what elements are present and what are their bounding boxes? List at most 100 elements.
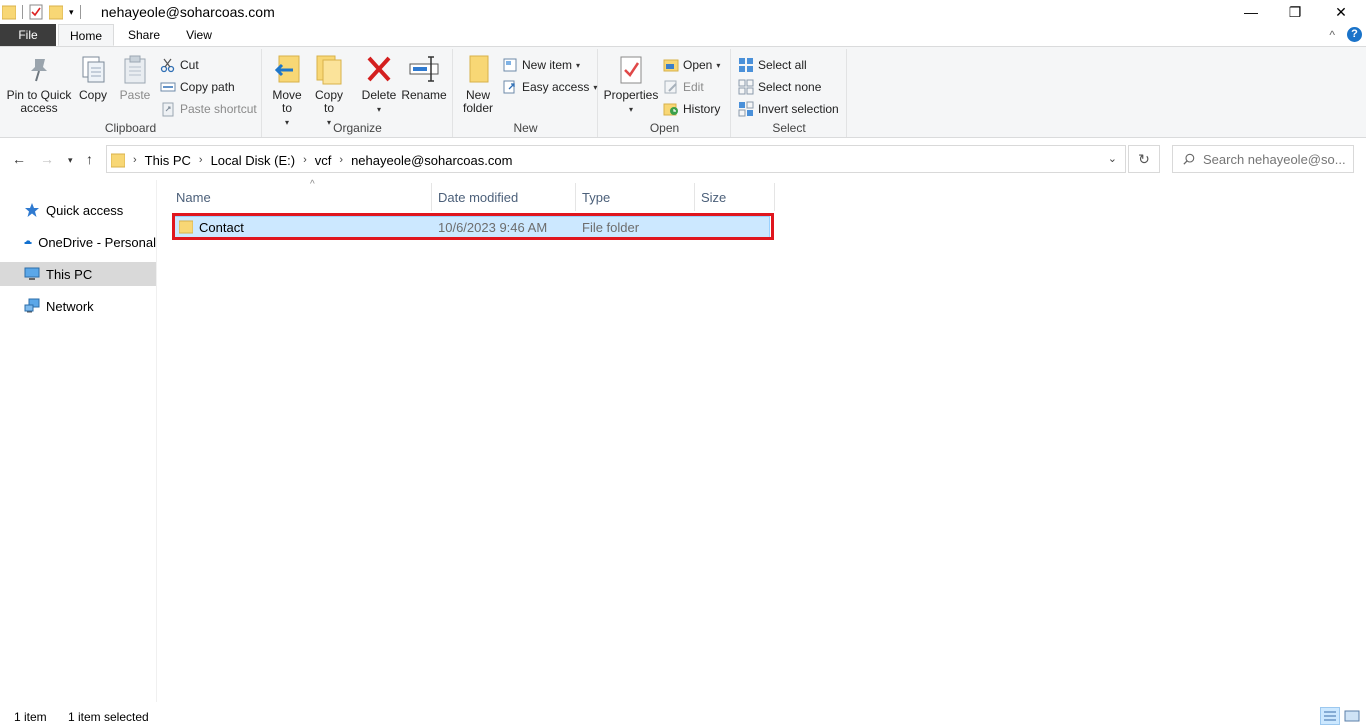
breadcrumb-this-pc[interactable]: This PC xyxy=(145,153,191,168)
breadcrumb-chevron-icon[interactable]: › xyxy=(339,154,343,166)
edit-icon xyxy=(664,80,677,94)
cut-label: Cut xyxy=(180,58,199,72)
nav-item-network[interactable]: Network xyxy=(0,294,156,318)
breadcrumb-vcf[interactable]: vcf xyxy=(315,153,332,168)
paste-shortcut-icon xyxy=(162,102,174,117)
computer-icon xyxy=(24,267,40,280)
breadcrumb-chevron-icon[interactable]: › xyxy=(199,154,203,166)
tab-file[interactable]: File xyxy=(0,24,56,46)
easy-access-dropdown-icon: ▾ xyxy=(593,82,598,92)
history-icon xyxy=(663,103,678,116)
column-header-type[interactable]: Type xyxy=(576,183,695,211)
edit-button[interactable]: Edit xyxy=(663,77,704,97)
collapse-ribbon-icon[interactable]: ^ xyxy=(1329,28,1335,42)
help-icon[interactable]: ? xyxy=(1347,27,1362,42)
invert-selection-button[interactable]: Invert selection xyxy=(738,99,839,119)
delete-label: Delete xyxy=(361,88,397,102)
address-bar[interactable]: › This PC › Local Disk (E:) › vcf › neha… xyxy=(106,145,1126,173)
nav-item-onedrive[interactable]: OneDrive - Personal xyxy=(0,230,156,254)
copy-to-button[interactable]: Copy to ▾ xyxy=(309,53,349,129)
nav-label: OneDrive - Personal xyxy=(38,234,156,250)
column-header-name[interactable]: ^ Name xyxy=(170,179,432,211)
breadcrumb: › This PC › Local Disk (E:) › vcf › neha… xyxy=(111,152,512,168)
copy-button[interactable]: Copy xyxy=(74,53,112,102)
move-to-label: Move to xyxy=(272,88,302,115)
copy-path-button[interactable]: Copy path xyxy=(160,77,235,97)
annotation-highlight-box xyxy=(172,213,774,240)
search-box[interactable] xyxy=(1172,145,1354,173)
navigation-pane: Quick access OneDrive - Personal This PC… xyxy=(0,180,157,702)
breadcrumb-current-folder[interactable]: nehayeole@soharcoas.com xyxy=(351,153,512,168)
rename-button[interactable]: Rename xyxy=(401,53,447,102)
search-input[interactable] xyxy=(1203,151,1353,167)
forward-arrow-icon[interactable]: → xyxy=(40,151,54,167)
new-item-dropdown-icon: ▾ xyxy=(576,60,581,70)
properties-icon[interactable] xyxy=(29,4,43,20)
cut-button[interactable]: Cut xyxy=(160,55,199,75)
sort-ascending-icon: ^ xyxy=(310,179,315,190)
refresh-button[interactable]: ↻ xyxy=(1128,145,1160,173)
address-dropdown-icon[interactable]: ⌄ xyxy=(1108,152,1117,165)
recent-locations-icon[interactable]: ▾ xyxy=(68,155,73,166)
ribbon-tabs: File Home Share View ^ ? xyxy=(0,24,1366,46)
new-folder-icon xyxy=(469,55,489,83)
new-item-icon xyxy=(503,58,517,72)
close-button[interactable]: ✕ xyxy=(1318,0,1364,24)
address-row: ← → ▾ ↑ › This PC › Local Disk (E:) › vc… xyxy=(0,139,1366,180)
new-group: New folder New item ▾ Easy access ▾ New xyxy=(454,49,598,137)
open-dropdown-icon: ▾ xyxy=(716,60,721,70)
tab-view[interactable]: View xyxy=(176,24,222,46)
file-list: ^ Name Date modified Type Size Contact 1… xyxy=(158,179,1366,702)
up-arrow-icon[interactable]: ↑ xyxy=(86,151,93,167)
tab-home[interactable]: Home xyxy=(58,24,114,46)
delete-button[interactable]: Delete ▾ xyxy=(359,53,399,116)
column-header-label: Date modified xyxy=(438,189,519,205)
easy-access-button[interactable]: Easy access ▾ xyxy=(502,77,597,97)
window-title: nehayeole@soharcoas.com xyxy=(101,4,275,20)
copy-to-icon xyxy=(316,55,342,85)
select-none-button[interactable]: Select none xyxy=(738,77,821,97)
refresh-icon: ↻ xyxy=(1138,150,1150,167)
customize-qat-icon[interactable]: ▾ xyxy=(69,7,74,18)
details-view-icon xyxy=(1324,711,1336,721)
history-button[interactable]: History xyxy=(663,99,720,119)
breadcrumb-local-disk[interactable]: Local Disk (E:) xyxy=(211,153,296,168)
tab-share[interactable]: Share xyxy=(118,24,170,46)
open-button[interactable]: Open ▾ xyxy=(663,55,720,75)
column-header-size[interactable]: Size xyxy=(695,183,775,211)
select-all-button[interactable]: Select all xyxy=(738,55,807,75)
breadcrumb-chevron-icon[interactable]: › xyxy=(303,154,307,166)
selected-count: 1 item selected xyxy=(68,710,149,724)
rename-icon xyxy=(409,56,439,82)
nav-item-quick-access[interactable]: Quick access xyxy=(0,198,156,222)
details-view-button[interactable] xyxy=(1320,707,1340,725)
column-header-date-modified[interactable]: Date modified xyxy=(432,183,576,211)
network-icon xyxy=(24,298,40,313)
new-item-button[interactable]: New item ▾ xyxy=(502,55,580,75)
back-arrow-icon[interactable]: ← xyxy=(12,151,26,167)
organize-group-label: Organize xyxy=(333,121,382,135)
invert-selection-icon xyxy=(738,101,754,117)
new-folder-icon[interactable] xyxy=(49,4,63,20)
minimize-button[interactable]: — xyxy=(1228,0,1274,24)
pin-to-quick-access-button[interactable]: Pin to Quick access xyxy=(4,53,74,115)
clipboard-group-label: Clipboard xyxy=(104,121,157,135)
nav-item-this-pc[interactable]: This PC xyxy=(0,262,156,286)
paste-button[interactable]: Paste xyxy=(114,53,156,102)
easy-access-label: Easy access xyxy=(522,80,590,94)
status-bar: 1 item 1 item selected xyxy=(0,702,1366,728)
paste-shortcut-button[interactable]: Paste shortcut xyxy=(160,99,257,119)
restore-button[interactable]: ❐ xyxy=(1272,0,1318,24)
copy-path-icon xyxy=(160,82,176,92)
scissors-icon xyxy=(160,58,175,73)
copy-path-label: Copy path xyxy=(180,80,235,94)
select-group-label: Select xyxy=(772,121,806,135)
properties-button[interactable]: Properties ▾ xyxy=(603,53,659,116)
large-icons-view-button[interactable] xyxy=(1342,707,1362,725)
move-to-button[interactable]: Move to ▾ xyxy=(267,53,307,129)
delete-dropdown-icon: ▾ xyxy=(376,105,381,114)
new-folder-button[interactable]: New folder xyxy=(458,53,498,115)
select-all-label: Select all xyxy=(758,58,807,72)
column-header-label: Type xyxy=(582,189,611,205)
open-folder-icon xyxy=(663,59,679,72)
